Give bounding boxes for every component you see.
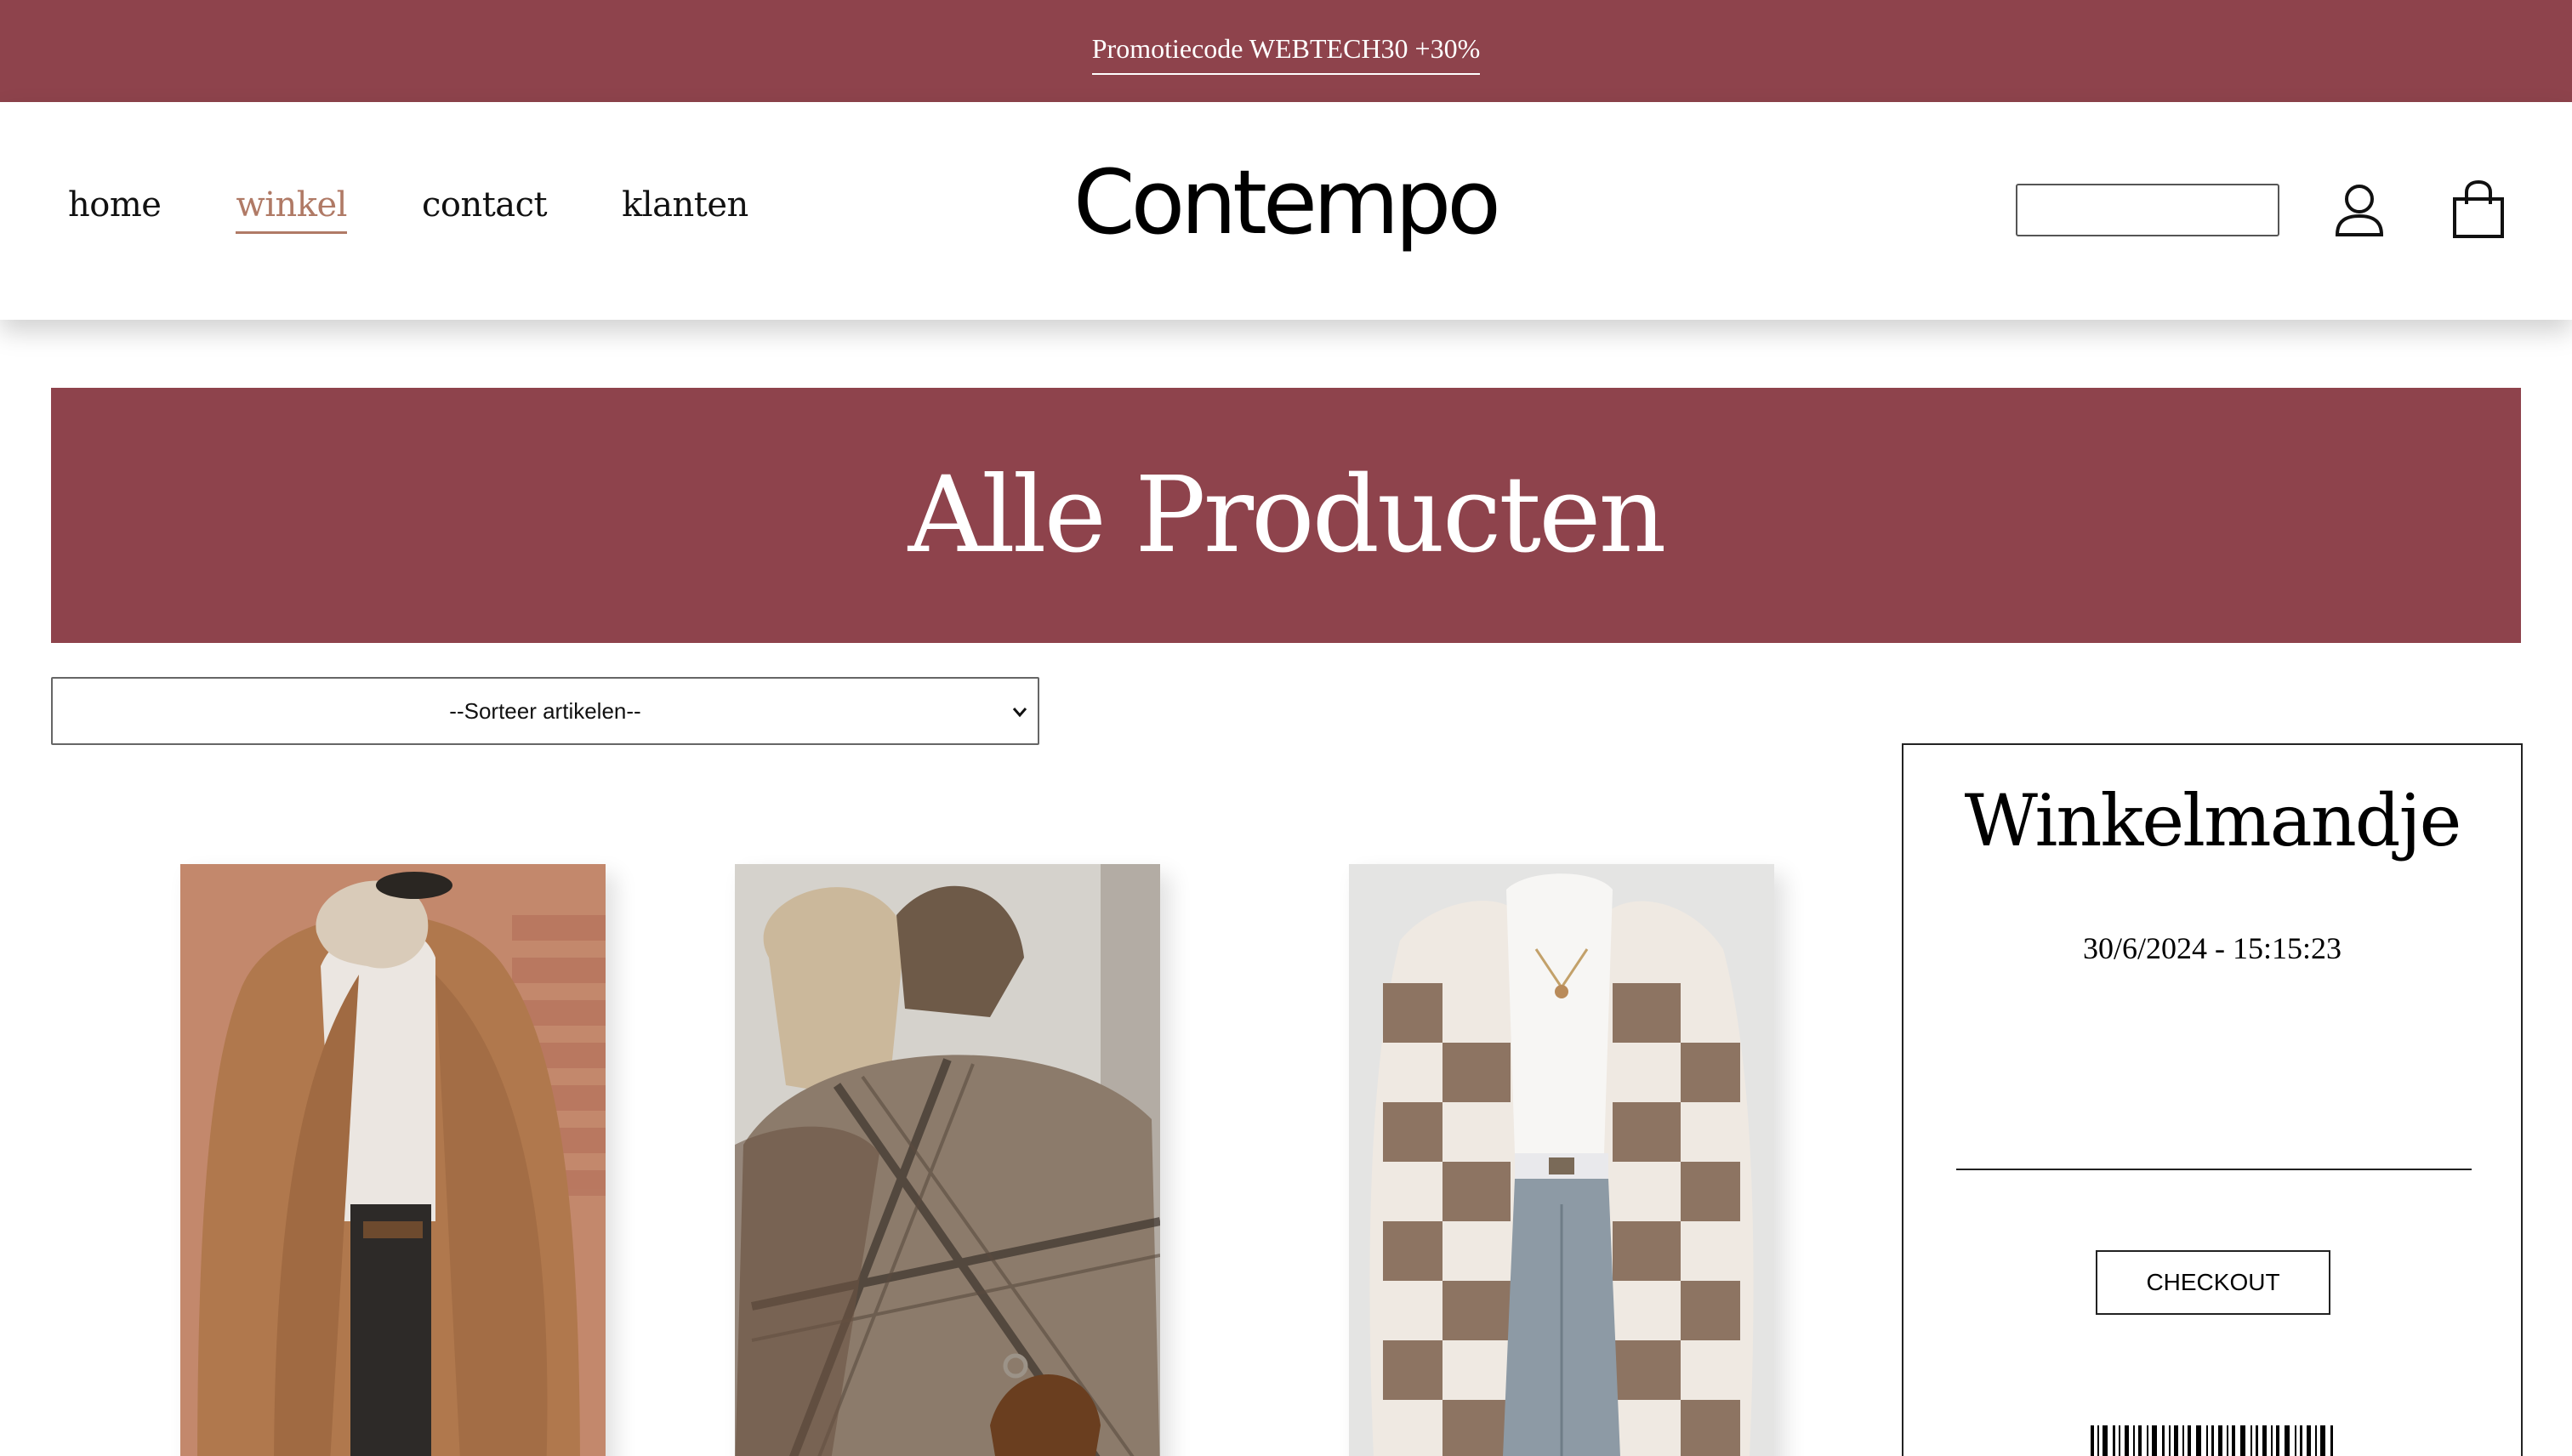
- search-input[interactable]: [2016, 184, 2279, 236]
- chevron-down-icon: [1012, 708, 1027, 718]
- promo-code-link[interactable]: Promotiecode WEBTECH30 +30%: [1091, 33, 1481, 75]
- product-image[interactable]: [1349, 864, 1774, 1456]
- user-icon[interactable]: [2329, 179, 2390, 240]
- product-card[interactable]: [1349, 864, 1774, 1456]
- nav-klanten[interactable]: klanten: [622, 185, 748, 234]
- page-hero: Alle Producten: [51, 388, 2521, 643]
- product-card[interactable]: [180, 864, 606, 1456]
- shopping-cart-panel: Winkelmandje 30/6/2024 - 15:15:23 CHECKO…: [1902, 743, 2523, 1456]
- site-header: home winkel contact klanten Contempo: [0, 102, 2572, 320]
- cart-title: Winkelmandje: [1964, 779, 2462, 862]
- cart-datetime: 30/6/2024 - 15:15:23: [2083, 931, 2342, 965]
- nav-home[interactable]: home: [68, 185, 162, 234]
- sort-selected-value: --Sorteer artikelen--: [449, 697, 641, 724]
- product-image[interactable]: [180, 864, 606, 1456]
- nav-winkel[interactable]: winkel: [236, 185, 347, 234]
- product-image[interactable]: [735, 864, 1160, 1456]
- main-nav: home winkel contact klanten: [68, 185, 823, 234]
- site-logo[interactable]: Contempo: [1073, 150, 1501, 256]
- shopping-bag-icon[interactable]: [2450, 179, 2507, 240]
- barcode-image: [2091, 1425, 2333, 1456]
- checkout-button[interactable]: CHECKOUT: [2096, 1250, 2330, 1315]
- promo-bar: Promotiecode WEBTECH30 +30%: [0, 0, 2572, 102]
- cart-divider: [1956, 1169, 2472, 1170]
- nav-contact[interactable]: contact: [422, 185, 548, 234]
- sort-select[interactable]: --Sorteer artikelen--: [51, 677, 1039, 745]
- product-card[interactable]: [735, 864, 1160, 1456]
- page-title: Alle Producten: [908, 454, 1667, 577]
